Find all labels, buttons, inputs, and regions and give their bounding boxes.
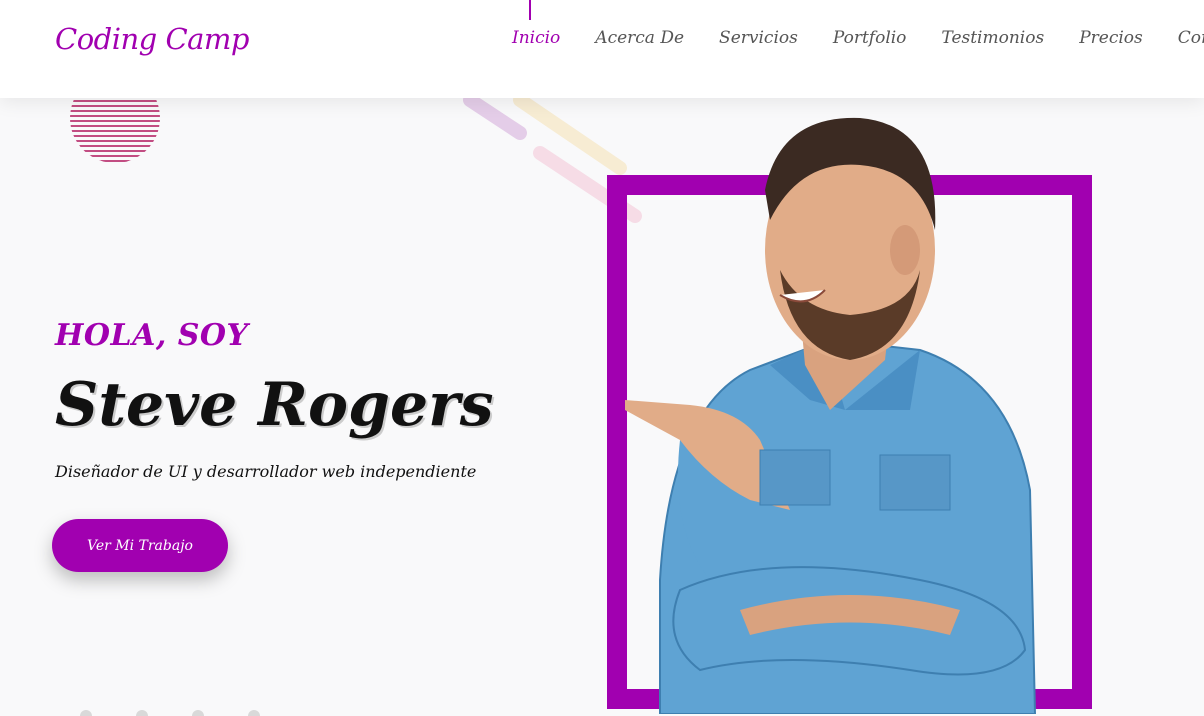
nav-item-portfolio[interactable]: Portfolio xyxy=(833,28,907,48)
view-work-button[interactable]: Ver Mi Trabajo xyxy=(52,519,228,572)
hero-name: Steve Rogers xyxy=(55,370,494,440)
portrait-photo xyxy=(625,117,1037,714)
nav-item-servicios[interactable]: Servicios xyxy=(719,28,798,48)
hero-subtitle: Diseñador de UI y desarrollador web inde… xyxy=(55,462,477,481)
main-nav: Inicio Acerca De Servicios Portfolio Tes… xyxy=(512,28,1204,48)
nav-item-inicio[interactable]: Inicio xyxy=(512,28,560,48)
nav-item-precios[interactable]: Precios xyxy=(1079,28,1143,48)
site-logo[interactable]: Coding Camp xyxy=(55,22,250,56)
navbar: Coding Camp Inicio Acerca De Servicios P… xyxy=(0,0,1204,98)
nav-item-acerca-de[interactable]: Acerca De xyxy=(595,28,684,48)
nav-item-testimonios[interactable]: Testimonios xyxy=(941,28,1044,48)
decorative-dots xyxy=(80,710,260,716)
hero-greeting: HOLA, SOY xyxy=(55,318,249,353)
striped-circle-decoration xyxy=(70,100,160,162)
active-nav-indicator xyxy=(529,0,531,20)
nav-item-contacto[interactable]: Contacto xyxy=(1178,28,1204,48)
